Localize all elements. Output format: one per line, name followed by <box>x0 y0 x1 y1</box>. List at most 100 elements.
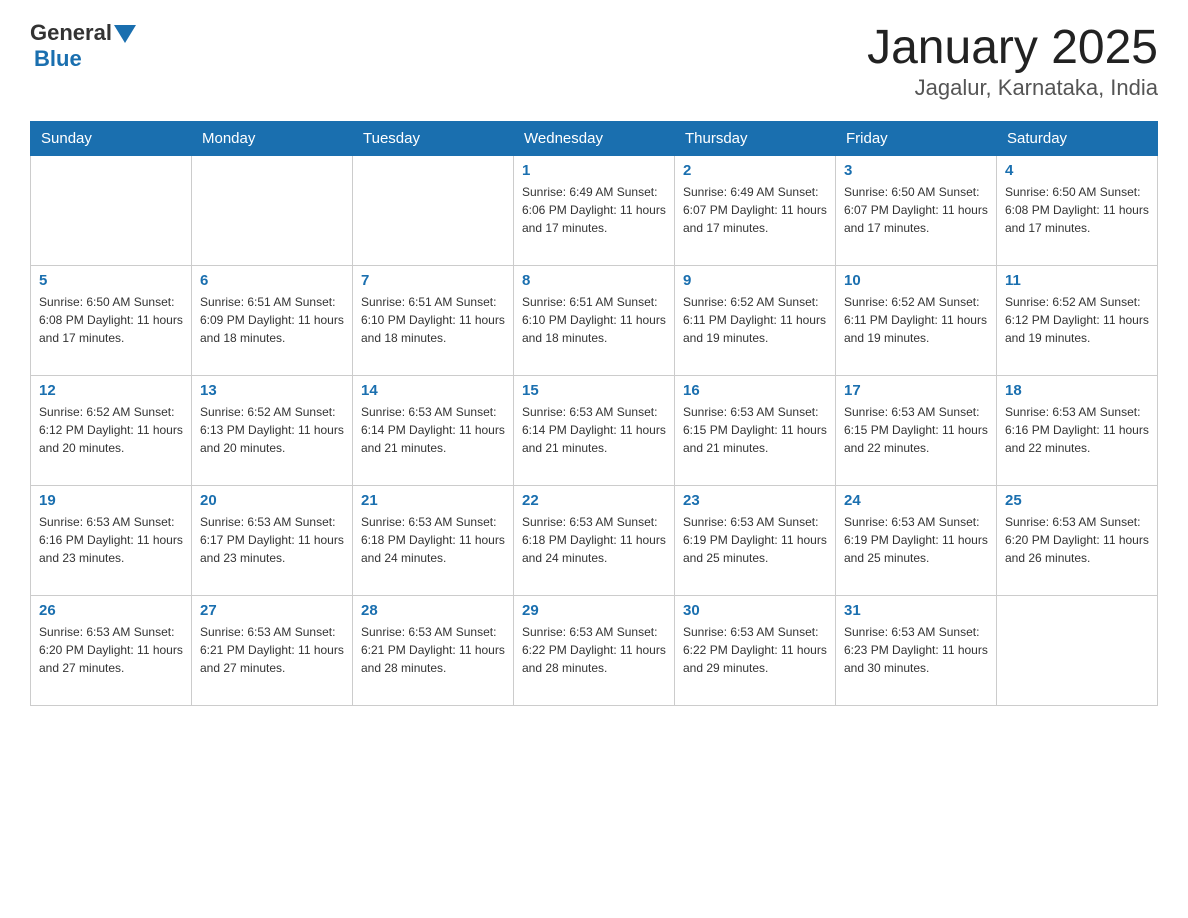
calendar-week-row: 5 Sunrise: 6:50 AM Sunset: 6:08 PM Daylig… <box>31 266 1158 376</box>
day-info: Sunrise: 6:51 AM Sunset: 6:10 PM Dayligh… <box>522 293 666 347</box>
day-info: Sunrise: 6:53 AM Sunset: 6:22 PM Dayligh… <box>522 623 666 677</box>
calendar-cell: 14 Sunrise: 6:53 AM Sunset: 6:14 PM Dayli… <box>353 376 514 486</box>
calendar-cell: 7Sunrise: 6:51 AM Sunset: 6:10 PM Daylig… <box>353 266 514 376</box>
calendar-week-row: 26 Sunrise: 6:53 AM Sunset: 6:20 PM Dayli… <box>31 596 1158 706</box>
calendar-cell: 15 Sunrise: 6:53 AM Sunset: 6:14 PM Dayli… <box>514 376 675 486</box>
calendar-cell: 11 Sunrise: 6:52 AM Sunset: 6:12 PM Dayli… <box>997 266 1158 376</box>
day-info: Sunrise: 6:53 AM Sunset: 6:15 PM Dayligh… <box>683 403 827 457</box>
calendar-cell: 13 Sunrise: 6:52 AM Sunset: 6:13 PM Dayli… <box>192 376 353 486</box>
day-number: 24 <box>844 492 988 509</box>
day-info: Sunrise: 6:53 AM Sunset: 6:22 PM Dayligh… <box>683 623 827 677</box>
day-info: Sunrise: 6:53 AM Sunset: 6:21 PM Dayligh… <box>200 623 344 677</box>
day-number: 23 <box>683 492 827 509</box>
day-info: Sunrise: 6:52 AM Sunset: 6:11 PM Dayligh… <box>844 293 988 347</box>
day-header-friday: Friday <box>836 122 997 156</box>
day-info: Sunrise: 6:53 AM Sunset: 6:16 PM Dayligh… <box>39 513 183 567</box>
day-number: 28 <box>361 602 505 619</box>
day-info: Sunrise: 6:50 AM Sunset: 6:08 PM Dayligh… <box>1005 183 1149 237</box>
calendar-week-row: 19 Sunrise: 6:53 AM Sunset: 6:16 PM Dayli… <box>31 486 1158 596</box>
calendar-week-row: 1 Sunrise: 6:49 AM Sunset: 6:06 PM Daylig… <box>31 156 1158 266</box>
day-info: Sunrise: 6:53 AM Sunset: 6:19 PM Dayligh… <box>683 513 827 567</box>
calendar-cell: 18Sunrise: 6:53 AM Sunset: 6:16 PM Dayli… <box>997 376 1158 486</box>
calendar-cell: 30 Sunrise: 6:53 AM Sunset: 6:22 PM Dayli… <box>675 596 836 706</box>
calendar-cell: 9 Sunrise: 6:52 AM Sunset: 6:11 PM Daylig… <box>675 266 836 376</box>
calendar-cell: 24Sunrise: 6:53 AM Sunset: 6:19 PM Dayli… <box>836 486 997 596</box>
day-number: 21 <box>361 492 505 509</box>
day-info: Sunrise: 6:53 AM Sunset: 6:18 PM Dayligh… <box>522 513 666 567</box>
calendar-title: January 2025 <box>867 20 1158 75</box>
day-info: Sunrise: 6:52 AM Sunset: 6:12 PM Dayligh… <box>1005 293 1149 347</box>
calendar-cell: 21Sunrise: 6:53 AM Sunset: 6:18 PM Dayli… <box>353 486 514 596</box>
calendar-cell <box>353 156 514 266</box>
day-info: Sunrise: 6:50 AM Sunset: 6:07 PM Dayligh… <box>844 183 988 237</box>
day-info: Sunrise: 6:53 AM Sunset: 6:20 PM Dayligh… <box>39 623 183 677</box>
calendar-cell: 5 Sunrise: 6:50 AM Sunset: 6:08 PM Daylig… <box>31 266 192 376</box>
day-number: 29 <box>522 602 666 619</box>
calendar-cell: 17Sunrise: 6:53 AM Sunset: 6:15 PM Dayli… <box>836 376 997 486</box>
day-info: Sunrise: 6:51 AM Sunset: 6:09 PM Dayligh… <box>200 293 344 347</box>
day-number: 31 <box>844 602 988 619</box>
day-number: 9 <box>683 272 827 289</box>
day-number: 16 <box>683 382 827 399</box>
day-info: Sunrise: 6:53 AM Sunset: 6:14 PM Dayligh… <box>361 403 505 457</box>
day-number: 13 <box>200 382 344 399</box>
logo-general-text: General <box>30 20 112 46</box>
day-info: Sunrise: 6:52 AM Sunset: 6:13 PM Dayligh… <box>200 403 344 457</box>
day-number: 1 <box>522 162 666 179</box>
day-info: Sunrise: 6:49 AM Sunset: 6:06 PM Dayligh… <box>522 183 666 237</box>
page-header: General Blue January 2025 Jagalur, Karna… <box>30 20 1158 101</box>
day-info: Sunrise: 6:53 AM Sunset: 6:15 PM Dayligh… <box>844 403 988 457</box>
logo-triangle-icon <box>114 25 136 43</box>
day-info: Sunrise: 6:53 AM Sunset: 6:16 PM Dayligh… <box>1005 403 1149 457</box>
day-header-monday: Monday <box>192 122 353 156</box>
calendar-cell: 29 Sunrise: 6:53 AM Sunset: 6:22 PM Dayli… <box>514 596 675 706</box>
calendar-cell <box>31 156 192 266</box>
calendar-table: SundayMondayTuesdayWednesdayThursdayFrid… <box>30 121 1158 706</box>
calendar-cell: 25Sunrise: 6:53 AM Sunset: 6:20 PM Dayli… <box>997 486 1158 596</box>
day-number: 20 <box>200 492 344 509</box>
day-number: 5 <box>39 272 183 289</box>
day-number: 4 <box>1005 162 1149 179</box>
day-number: 2 <box>683 162 827 179</box>
calendar-cell: 27Sunrise: 6:53 AM Sunset: 6:21 PM Dayli… <box>192 596 353 706</box>
day-number: 15 <box>522 382 666 399</box>
calendar-subtitle: Jagalur, Karnataka, India <box>867 75 1158 101</box>
day-number: 3 <box>844 162 988 179</box>
calendar-cell <box>192 156 353 266</box>
calendar-cell: 6 Sunrise: 6:51 AM Sunset: 6:09 PM Daylig… <box>192 266 353 376</box>
day-header-wednesday: Wednesday <box>514 122 675 156</box>
day-number: 19 <box>39 492 183 509</box>
day-info: Sunrise: 6:52 AM Sunset: 6:11 PM Dayligh… <box>683 293 827 347</box>
calendar-cell <box>997 596 1158 706</box>
calendar-cell: 31Sunrise: 6:53 AM Sunset: 6:23 PM Dayli… <box>836 596 997 706</box>
day-number: 25 <box>1005 492 1149 509</box>
day-number: 6 <box>200 272 344 289</box>
day-header-thursday: Thursday <box>675 122 836 156</box>
day-info: Sunrise: 6:49 AM Sunset: 6:07 PM Dayligh… <box>683 183 827 237</box>
day-info: Sunrise: 6:53 AM Sunset: 6:21 PM Dayligh… <box>361 623 505 677</box>
calendar-cell: 28 Sunrise: 6:53 AM Sunset: 6:21 PM Dayli… <box>353 596 514 706</box>
day-number: 10 <box>844 272 988 289</box>
day-info: Sunrise: 6:53 AM Sunset: 6:14 PM Dayligh… <box>522 403 666 457</box>
calendar-cell: 20Sunrise: 6:53 AM Sunset: 6:17 PM Dayli… <box>192 486 353 596</box>
calendar-cell: 19 Sunrise: 6:53 AM Sunset: 6:16 PM Dayli… <box>31 486 192 596</box>
calendar-cell: 22 Sunrise: 6:53 AM Sunset: 6:18 PM Dayli… <box>514 486 675 596</box>
day-header-sunday: Sunday <box>31 122 192 156</box>
day-number: 11 <box>1005 272 1149 289</box>
calendar-cell: 2 Sunrise: 6:49 AM Sunset: 6:07 PM Daylig… <box>675 156 836 266</box>
day-number: 8 <box>522 272 666 289</box>
day-header-tuesday: Tuesday <box>353 122 514 156</box>
day-info: Sunrise: 6:51 AM Sunset: 6:10 PM Dayligh… <box>361 293 505 347</box>
day-number: 14 <box>361 382 505 399</box>
day-info: Sunrise: 6:50 AM Sunset: 6:08 PM Dayligh… <box>39 293 183 347</box>
calendar-cell: 4 Sunrise: 6:50 AM Sunset: 6:08 PM Daylig… <box>997 156 1158 266</box>
calendar-cell: 12Sunrise: 6:52 AM Sunset: 6:12 PM Dayli… <box>31 376 192 486</box>
day-number: 26 <box>39 602 183 619</box>
day-number: 30 <box>683 602 827 619</box>
day-header-saturday: Saturday <box>997 122 1158 156</box>
calendar-cell: 23 Sunrise: 6:53 AM Sunset: 6:19 PM Dayli… <box>675 486 836 596</box>
calendar-cell: 1 Sunrise: 6:49 AM Sunset: 6:06 PM Daylig… <box>514 156 675 266</box>
logo: General Blue <box>30 20 136 72</box>
calendar-cell: 8 Sunrise: 6:51 AM Sunset: 6:10 PM Daylig… <box>514 266 675 376</box>
day-number: 22 <box>522 492 666 509</box>
